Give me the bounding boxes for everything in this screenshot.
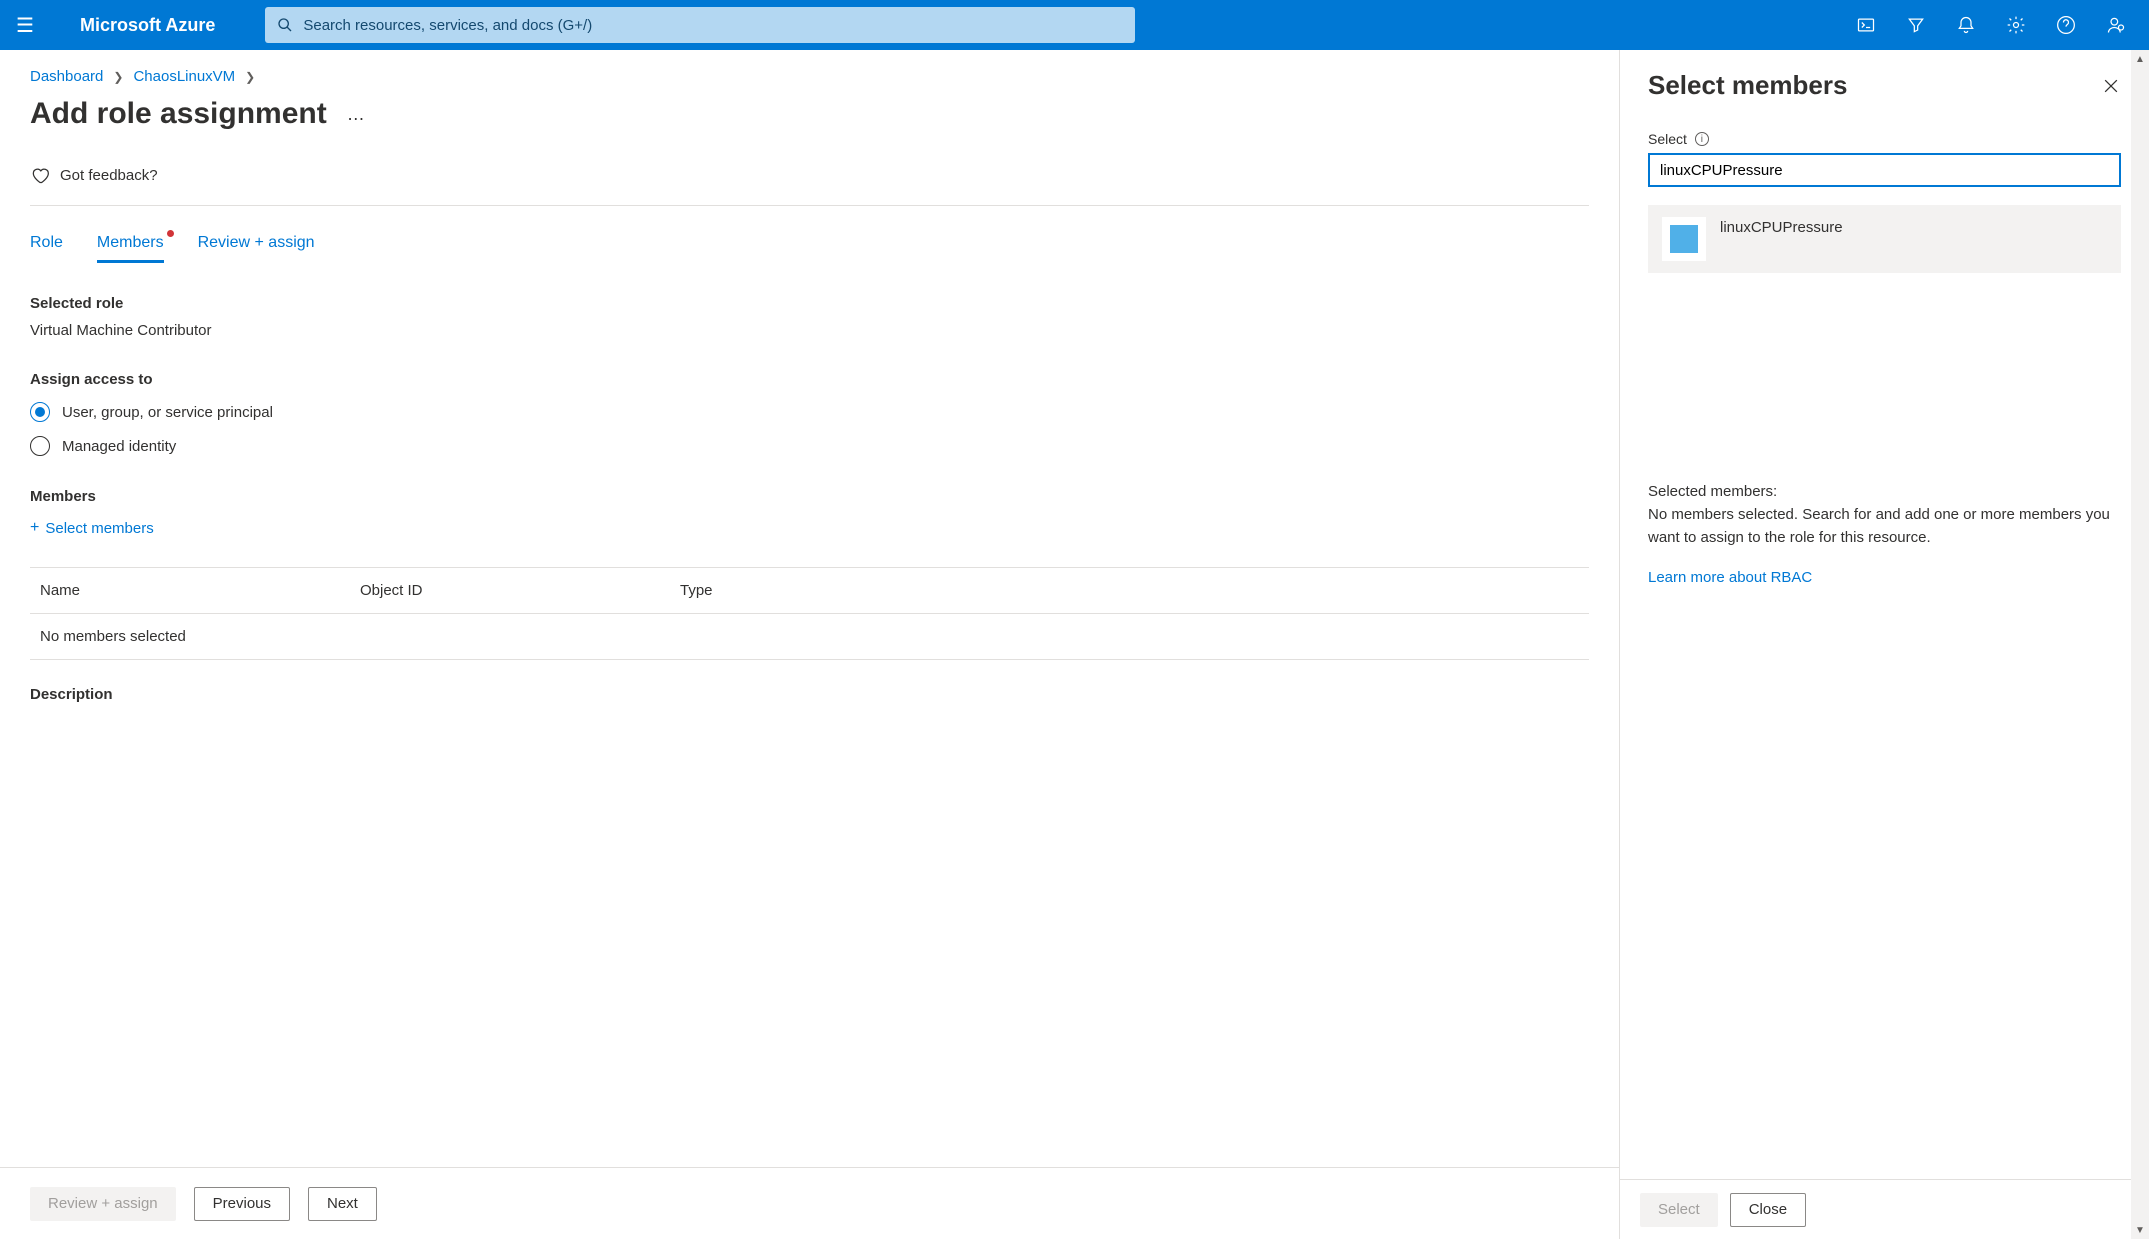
radio-icon — [30, 402, 50, 422]
help-icon[interactable] — [2041, 0, 2091, 50]
members-table-header: Name Object ID Type — [30, 567, 1589, 614]
tab-role[interactable]: Role — [30, 234, 63, 263]
breadcrumb-dashboard[interactable]: Dashboard — [30, 68, 103, 85]
search-icon — [277, 17, 293, 33]
notifications-icon[interactable] — [1941, 0, 1991, 50]
members-label: Members — [30, 488, 1589, 505]
resource-icon — [1662, 217, 1706, 261]
learn-rbac-link[interactable]: Learn more about RBAC — [1648, 569, 1812, 586]
panel-scrollbar[interactable]: ▲ ▼ — [2131, 50, 2149, 1239]
members-empty-row: No members selected — [30, 614, 1589, 660]
radio-user-group-principal[interactable]: User, group, or service principal — [30, 402, 1589, 422]
feedback-link[interactable]: Got feedback? — [30, 165, 1589, 206]
brand-logo[interactable]: Microsoft Azure — [80, 15, 215, 36]
more-actions-icon[interactable]: … — [347, 104, 365, 125]
radio-label: Managed identity — [62, 438, 176, 455]
plus-icon: + — [30, 519, 39, 537]
selected-role-label: Selected role — [30, 295, 1589, 312]
select-members-link[interactable]: + Select members — [30, 519, 1589, 537]
select-members-link-label: Select members — [45, 520, 153, 537]
col-objid: Object ID — [360, 582, 680, 599]
directory-filter-icon[interactable] — [1891, 0, 1941, 50]
feedback-label: Got feedback? — [60, 167, 158, 184]
global-search[interactable] — [265, 7, 1135, 43]
next-button[interactable]: Next — [308, 1187, 377, 1221]
close-icon[interactable] — [2101, 76, 2121, 96]
chevron-right-icon: ❯ — [245, 70, 255, 84]
tab-review[interactable]: Review + assign — [198, 234, 315, 263]
select-field-label: Select — [1648, 131, 1687, 147]
breadcrumb-resource[interactable]: ChaosLinuxVM — [133, 68, 235, 85]
tab-members[interactable]: Members — [97, 234, 164, 263]
breadcrumb: Dashboard ❯ ChaosLinuxVM ❯ — [30, 68, 1589, 85]
selected-role-value: Virtual Machine Contributor — [30, 322, 1589, 339]
search-result-name: linuxCPUPressure — [1720, 219, 1843, 236]
page-title: Add role assignment — [30, 97, 327, 131]
hamburger-menu-icon[interactable]: ☰ — [0, 13, 50, 38]
scroll-down-icon[interactable]: ▼ — [2133, 1223, 2147, 1237]
attention-dot-icon — [167, 230, 174, 237]
radio-managed-identity[interactable]: Managed identity — [30, 436, 1589, 456]
info-icon[interactable]: i — [1695, 132, 1709, 146]
col-name: Name — [40, 582, 360, 599]
settings-icon[interactable] — [1991, 0, 2041, 50]
member-search-input[interactable] — [1648, 153, 2121, 187]
selected-members-label: Selected members: — [1648, 483, 2121, 500]
select-members-panel: Select members Select i linuxCPUPressure… — [1619, 50, 2149, 1239]
tab-members-label: Members — [97, 234, 164, 251]
cloud-shell-icon[interactable] — [1841, 0, 1891, 50]
account-icon[interactable] — [2091, 0, 2141, 50]
review-assign-button[interactable]: Review + assign — [30, 1187, 176, 1221]
assign-access-label: Assign access to — [30, 371, 1589, 388]
selected-members-help: No members selected. Search for and add … — [1648, 504, 2121, 549]
radio-icon — [30, 436, 50, 456]
heart-icon — [30, 165, 50, 185]
col-type: Type — [680, 582, 880, 599]
scroll-up-icon[interactable]: ▲ — [2133, 52, 2147, 66]
radio-label: User, group, or service principal — [62, 404, 273, 421]
global-search-input[interactable] — [303, 17, 1123, 34]
description-label: Description — [30, 686, 1589, 703]
previous-button[interactable]: Previous — [194, 1187, 290, 1221]
search-result-item[interactable]: linuxCPUPressure — [1648, 205, 2121, 273]
chevron-right-icon: ❯ — [113, 70, 123, 84]
panel-select-button[interactable]: Select — [1640, 1193, 1718, 1227]
panel-title: Select members — [1648, 70, 1847, 101]
panel-close-button[interactable]: Close — [1730, 1193, 1806, 1227]
